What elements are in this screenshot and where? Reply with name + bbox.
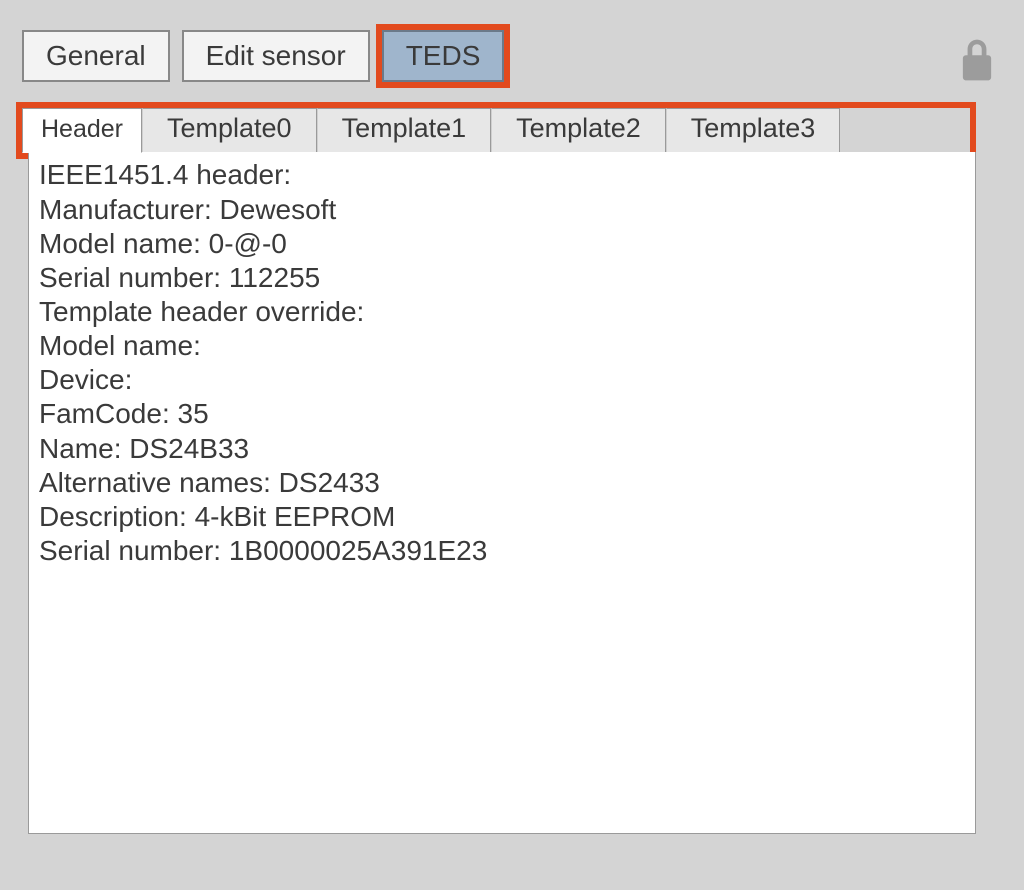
content-line: Alternative names: DS2433 [39,466,965,500]
content-line: Template header override: [39,295,965,329]
content-line: Serial number: 112255 [39,261,965,295]
teds-header-content: IEEE1451.4 header: Manufacturer: Dewesof… [28,152,976,834]
content-line: Device: [39,363,965,397]
sub-tab-template2[interactable]: Template2 [491,108,666,153]
content-line: Model name: [39,329,965,363]
content-line: FamCode: 35 [39,397,965,431]
sub-tab-template1[interactable]: Template1 [317,108,492,153]
tab-teds[interactable]: TEDS [382,30,505,82]
lock-icon[interactable] [958,38,996,82]
main-tabs: General Edit sensor TEDS [12,10,1012,90]
content-line: IEEE1451.4 header: [39,158,965,192]
teds-panel: General Edit sensor TEDS Header Template… [12,0,1012,880]
sub-tab-header[interactable]: Header [22,108,142,153]
content-line: Manufacturer: Dewesoft [39,193,965,227]
content-line: Model name: 0-@-0 [39,227,965,261]
tab-general[interactable]: General [22,30,170,82]
content-line: Description: 4-kBit EEPROM [39,500,965,534]
sub-tab-template0[interactable]: Template0 [142,108,317,153]
tab-edit-sensor[interactable]: Edit sensor [182,30,370,82]
content-line: Serial number: 1B0000025A391E23 [39,534,965,568]
sub-tab-template3[interactable]: Template3 [666,108,841,153]
content-line: Name: DS24B33 [39,432,965,466]
sub-tabs: Header Template0 Template1 Template2 Tem… [22,108,970,153]
